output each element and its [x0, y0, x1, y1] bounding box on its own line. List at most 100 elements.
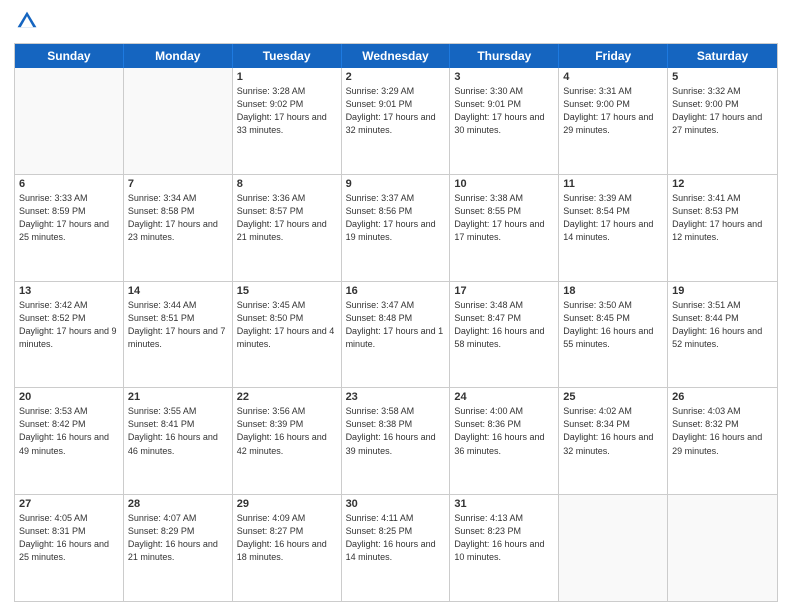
- day-number: 30: [346, 498, 446, 510]
- day-header-tuesday: Tuesday: [233, 44, 342, 68]
- day-info: Sunrise: 4:00 AM Sunset: 8:36 PM Dayligh…: [454, 405, 554, 457]
- day-number: 8: [237, 178, 337, 190]
- day-number: 18: [563, 285, 663, 297]
- day-number: 21: [128, 391, 228, 403]
- calendar-empty-cell: [15, 68, 124, 174]
- day-info: Sunrise: 3:45 AM Sunset: 8:50 PM Dayligh…: [237, 299, 337, 351]
- day-info: Sunrise: 3:28 AM Sunset: 9:02 PM Dayligh…: [237, 85, 337, 137]
- day-number: 25: [563, 391, 663, 403]
- calendar-day-24: 24Sunrise: 4:00 AM Sunset: 8:36 PM Dayli…: [450, 388, 559, 494]
- logo: [14, 10, 40, 37]
- calendar-day-29: 29Sunrise: 4:09 AM Sunset: 8:27 PM Dayli…: [233, 495, 342, 601]
- day-header-friday: Friday: [559, 44, 668, 68]
- day-info: Sunrise: 3:48 AM Sunset: 8:47 PM Dayligh…: [454, 299, 554, 351]
- calendar-empty-cell: [559, 495, 668, 601]
- day-info: Sunrise: 4:03 AM Sunset: 8:32 PM Dayligh…: [672, 405, 773, 457]
- day-info: Sunrise: 3:37 AM Sunset: 8:56 PM Dayligh…: [346, 192, 446, 244]
- day-number: 9: [346, 178, 446, 190]
- calendar-week-5: 27 Sunrise: 4:05 AM Sunset: 8:31 PM Dayli…: [15, 495, 777, 601]
- day-info: Sunrise: 3:58 AM Sunset: 8:38 PM Dayligh…: [346, 405, 446, 457]
- logo-icon: [16, 10, 38, 32]
- calendar-day-14: 14 Sunrise: 3:44 AM Sunset: 8:51 PM Dayli…: [124, 282, 233, 388]
- day-number: 12: [672, 178, 773, 190]
- calendar-day-11: 11 Sunrise: 3:39 AM Sunset: 8:54 PM Dayli…: [559, 175, 668, 281]
- day-number: 27: [19, 498, 119, 510]
- day-number: 13: [19, 285, 119, 297]
- calendar-day-30: 30 Sunrise: 4:11 AM Sunset: 8:25 PM Dayli…: [342, 495, 451, 601]
- day-header-monday: Monday: [124, 44, 233, 68]
- header: [14, 10, 778, 37]
- day-info: Sunrise: 3:41 AM Sunset: 8:53 PM Dayligh…: [672, 192, 773, 244]
- day-header-saturday: Saturday: [668, 44, 777, 68]
- calendar-day-17: 17 Sunrise: 3:48 AM Sunset: 8:47 PM Dayli…: [450, 282, 559, 388]
- day-info: Sunrise: 3:55 AM Sunset: 8:41 PM Dayligh…: [128, 405, 228, 457]
- day-number: 1: [237, 71, 337, 83]
- day-info: Sunrise: 4:11 AM Sunset: 8:25 PM Dayligh…: [346, 512, 446, 564]
- day-info: Sunrise: 4:07 AM Sunset: 8:29 PM Dayligh…: [128, 512, 228, 564]
- day-info: Sunrise: 3:34 AM Sunset: 8:58 PM Dayligh…: [128, 192, 228, 244]
- calendar-day-23: 23 Sunrise: 3:58 AM Sunset: 8:38 PM Dayli…: [342, 388, 451, 494]
- calendar-day-15: 15 Sunrise: 3:45 AM Sunset: 8:50 PM Dayli…: [233, 282, 342, 388]
- day-info: Sunrise: 3:53 AM Sunset: 8:42 PM Dayligh…: [19, 405, 119, 457]
- day-number: 5: [672, 71, 773, 83]
- day-number: 15: [237, 285, 337, 297]
- day-info: Sunrise: 3:33 AM Sunset: 8:59 PM Dayligh…: [19, 192, 119, 244]
- day-info: Sunrise: 3:51 AM Sunset: 8:44 PM Dayligh…: [672, 299, 773, 351]
- calendar-day-4: 4Sunrise: 3:31 AM Sunset: 9:00 PM Daylig…: [559, 68, 668, 174]
- day-info: Sunrise: 3:31 AM Sunset: 9:00 PM Dayligh…: [563, 85, 663, 137]
- day-info: Sunrise: 3:39 AM Sunset: 8:54 PM Dayligh…: [563, 192, 663, 244]
- calendar-empty-cell: [668, 495, 777, 601]
- calendar-day-5: 5 Sunrise: 3:32 AM Sunset: 9:00 PM Daylig…: [668, 68, 777, 174]
- calendar-day-31: 31 Sunrise: 4:13 AM Sunset: 8:23 PM Dayli…: [450, 495, 559, 601]
- day-info: Sunrise: 3:42 AM Sunset: 8:52 PM Dayligh…: [19, 299, 119, 351]
- calendar-day-7: 7 Sunrise: 3:34 AM Sunset: 8:58 PM Daylig…: [124, 175, 233, 281]
- day-number: 20: [19, 391, 119, 403]
- day-info: Sunrise: 3:38 AM Sunset: 8:55 PM Dayligh…: [454, 192, 554, 244]
- day-number: 23: [346, 391, 446, 403]
- calendar-body: 1 Sunrise: 3:28 AM Sunset: 9:02 PM Daylig…: [15, 68, 777, 601]
- day-info: Sunrise: 3:32 AM Sunset: 9:00 PM Dayligh…: [672, 85, 773, 137]
- calendar-header-row: SundayMondayTuesdayWednesdayThursdayFrid…: [15, 44, 777, 68]
- day-info: Sunrise: 3:50 AM Sunset: 8:45 PM Dayligh…: [563, 299, 663, 351]
- page: SundayMondayTuesdayWednesdayThursdayFrid…: [0, 0, 792, 612]
- calendar-day-25: 25 Sunrise: 4:02 AM Sunset: 8:34 PM Dayli…: [559, 388, 668, 494]
- day-number: 2: [346, 71, 446, 83]
- day-number: 6: [19, 178, 119, 190]
- calendar-day-2: 2 Sunrise: 3:29 AM Sunset: 9:01 PM Daylig…: [342, 68, 451, 174]
- day-number: 22: [237, 391, 337, 403]
- day-number: 14: [128, 285, 228, 297]
- day-info: Sunrise: 4:05 AM Sunset: 8:31 PM Dayligh…: [19, 512, 119, 564]
- day-number: 19: [672, 285, 773, 297]
- day-number: 10: [454, 178, 554, 190]
- day-number: 7: [128, 178, 228, 190]
- day-info: Sunrise: 3:36 AM Sunset: 8:57 PM Dayligh…: [237, 192, 337, 244]
- calendar-day-26: 26Sunrise: 4:03 AM Sunset: 8:32 PM Dayli…: [668, 388, 777, 494]
- day-info: Sunrise: 3:47 AM Sunset: 8:48 PM Dayligh…: [346, 299, 446, 351]
- calendar-day-22: 22 Sunrise: 3:56 AM Sunset: 8:39 PM Dayli…: [233, 388, 342, 494]
- calendar-day-18: 18 Sunrise: 3:50 AM Sunset: 8:45 PM Dayli…: [559, 282, 668, 388]
- day-number: 16: [346, 285, 446, 297]
- calendar-day-12: 12 Sunrise: 3:41 AM Sunset: 8:53 PM Dayli…: [668, 175, 777, 281]
- calendar-day-20: 20 Sunrise: 3:53 AM Sunset: 8:42 PM Dayli…: [15, 388, 124, 494]
- day-number: 11: [563, 178, 663, 190]
- day-number: 28: [128, 498, 228, 510]
- calendar-day-6: 6 Sunrise: 3:33 AM Sunset: 8:59 PM Daylig…: [15, 175, 124, 281]
- day-info: Sunrise: 4:13 AM Sunset: 8:23 PM Dayligh…: [454, 512, 554, 564]
- calendar-day-10: 10 Sunrise: 3:38 AM Sunset: 8:55 PM Dayli…: [450, 175, 559, 281]
- day-number: 3: [454, 71, 554, 83]
- day-info: Sunrise: 4:09 AM Sunset: 8:27 PM Dayligh…: [237, 512, 337, 564]
- calendar-week-4: 20 Sunrise: 3:53 AM Sunset: 8:42 PM Dayli…: [15, 388, 777, 495]
- day-info: Sunrise: 3:44 AM Sunset: 8:51 PM Dayligh…: [128, 299, 228, 351]
- calendar-week-2: 6 Sunrise: 3:33 AM Sunset: 8:59 PM Daylig…: [15, 175, 777, 282]
- day-info: Sunrise: 4:02 AM Sunset: 8:34 PM Dayligh…: [563, 405, 663, 457]
- day-number: 17: [454, 285, 554, 297]
- day-info: Sunrise: 3:56 AM Sunset: 8:39 PM Dayligh…: [237, 405, 337, 457]
- calendar-day-3: 3Sunrise: 3:30 AM Sunset: 9:01 PM Daylig…: [450, 68, 559, 174]
- day-header-sunday: Sunday: [15, 44, 124, 68]
- calendar-day-27: 27 Sunrise: 4:05 AM Sunset: 8:31 PM Dayli…: [15, 495, 124, 601]
- calendar-day-8: 8 Sunrise: 3:36 AM Sunset: 8:57 PM Daylig…: [233, 175, 342, 281]
- day-info: Sunrise: 3:29 AM Sunset: 9:01 PM Dayligh…: [346, 85, 446, 137]
- day-number: 31: [454, 498, 554, 510]
- day-header-thursday: Thursday: [450, 44, 559, 68]
- calendar-day-28: 28 Sunrise: 4:07 AM Sunset: 8:29 PM Dayli…: [124, 495, 233, 601]
